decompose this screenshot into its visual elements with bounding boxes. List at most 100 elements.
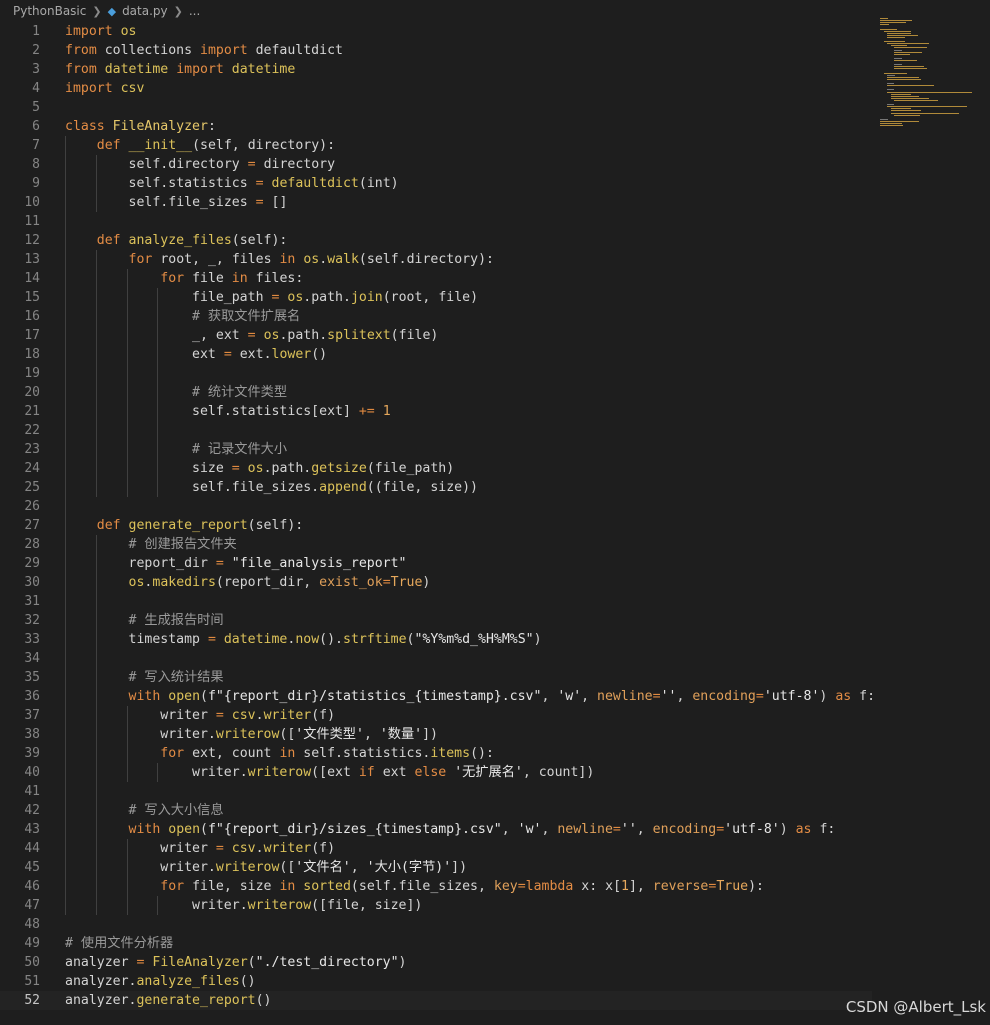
- code-text[interactable]: # 写入大小信息: [65, 801, 224, 820]
- code-text[interactable]: _, ext = os.path.splitext(file): [65, 326, 438, 345]
- code-text[interactable]: # 获取文件扩展名: [65, 307, 300, 326]
- watermark: CSDN @Albert_Lsk: [845, 998, 986, 1016]
- code-line[interactable]: 17 _, ext = os.path.splitext(file): [0, 326, 872, 345]
- code-line[interactable]: 23 # 记录文件大小: [0, 440, 872, 459]
- code-line[interactable]: 32 # 生成报告时间: [0, 611, 872, 630]
- code-text[interactable]: writer.writerow([ext if ext else '无扩展名',…: [65, 763, 594, 782]
- code-text[interactable]: def analyze_files(self):: [65, 231, 288, 250]
- code-line[interactable]: 16 # 获取文件扩展名: [0, 307, 872, 326]
- code-line[interactable]: 38 writer.writerow(['文件类型', '数量']): [0, 725, 872, 744]
- code-text[interactable]: analyzer.analyze_files(): [65, 972, 256, 991]
- code-text[interactable]: self.statistics[ext] += 1: [65, 402, 391, 421]
- code-text[interactable]: self.statistics = defaultdict(int): [65, 174, 399, 193]
- code-line[interactable]: 50 analyzer = FileAnalyzer("./test_direct…: [0, 953, 872, 972]
- code-text[interactable]: # 创建报告文件夹: [65, 535, 237, 554]
- code-text[interactable]: ext = ext.lower(): [65, 345, 327, 364]
- code-line[interactable]: 6 class FileAnalyzer:: [0, 117, 872, 136]
- code-text[interactable]: def __init__(self, directory):: [65, 136, 335, 155]
- code-line[interactable]: 19: [0, 364, 872, 383]
- code-line[interactable]: 44 writer = csv.writer(f): [0, 839, 872, 858]
- code-text[interactable]: # 使用文件分析器: [65, 934, 173, 953]
- code-line[interactable]: 27 def generate_report(self):: [0, 516, 872, 535]
- code-line[interactable]: 41: [0, 782, 872, 801]
- minimap[interactable]: [876, 18, 990, 128]
- code-text[interactable]: writer.writerow(['文件类型', '数量']): [65, 725, 438, 744]
- code-line[interactable]: 29 report_dir = "file_analysis_report": [0, 554, 872, 573]
- code-line[interactable]: 35 # 写入统计结果: [0, 668, 872, 687]
- code-line[interactable]: 36 with open(f"{report_dir}/statistics_{…: [0, 687, 876, 706]
- code-line[interactable]: 31: [0, 592, 872, 611]
- code-line[interactable]: 13 for root, _, files in os.walk(self.di…: [0, 250, 872, 269]
- code-line[interactable]: 20 # 统计文件类型: [0, 383, 872, 402]
- code-text[interactable]: for file, size in sorted(self.file_sizes…: [65, 877, 764, 896]
- code-text[interactable]: for ext, count in self.statistics.items(…: [65, 744, 494, 763]
- code-line[interactable]: 37 writer = csv.writer(f): [0, 706, 872, 725]
- code-line[interactable]: 47 writer.writerow([file, size]): [0, 896, 872, 915]
- code-text[interactable]: size = os.path.getsize(file_path): [65, 459, 454, 478]
- minimap-line: [894, 99, 938, 101]
- code-line[interactable]: 2 from collections import defaultdict: [0, 41, 872, 60]
- code-text[interactable]: self.file_sizes = []: [65, 193, 288, 212]
- code-line[interactable]: 49 # 使用文件分析器: [0, 934, 872, 953]
- code-line[interactable]: 21 self.statistics[ext] += 1: [0, 402, 872, 421]
- code-line[interactable]: 25 self.file_sizes.append((file, size)): [0, 478, 872, 497]
- code-line[interactable]: 24 size = os.path.getsize(file_path): [0, 459, 872, 478]
- code-line[interactable]: 15 file_path = os.path.join(root, file): [0, 288, 872, 307]
- code-text[interactable]: def generate_report(self):: [65, 516, 303, 535]
- code-line[interactable]: 5: [0, 98, 872, 117]
- breadcrumb-more[interactable]: ...: [189, 4, 200, 18]
- code-line[interactable]: 4 import csv: [0, 79, 872, 98]
- code-line[interactable]: 30 os.makedirs(report_dir, exist_ok=True…: [0, 573, 872, 592]
- code-line[interactable]: 12 def analyze_files(self):: [0, 231, 872, 250]
- code-line[interactable]: 43 with open(f"{report_dir}/sizes_{times…: [0, 820, 872, 839]
- code-line[interactable]: 42 # 写入大小信息: [0, 801, 872, 820]
- code-line[interactable]: 18 ext = ext.lower(): [0, 345, 872, 364]
- code-text[interactable]: os.makedirs(report_dir, exist_ok=True): [65, 573, 431, 592]
- code-text[interactable]: from collections import defaultdict: [65, 41, 343, 60]
- code-text[interactable]: analyzer.generate_report(): [65, 991, 271, 1010]
- code-text[interactable]: import os: [65, 22, 136, 41]
- code-line[interactable]: 34: [0, 649, 872, 668]
- code-line[interactable]: 11: [0, 212, 872, 231]
- code-text[interactable]: # 记录文件大小: [65, 440, 287, 459]
- code-line[interactable]: 8 self.directory = directory: [0, 155, 872, 174]
- code-text[interactable]: for file in files:: [65, 269, 303, 288]
- code-text[interactable]: # 生成报告时间: [65, 611, 224, 630]
- code-text[interactable]: writer = csv.writer(f): [65, 706, 335, 725]
- code-text[interactable]: class FileAnalyzer:: [65, 117, 216, 136]
- code-editor[interactable]: 1 import os 2 from collections import defau…: [0, 22, 876, 1025]
- code-text[interactable]: with open(f"{report_dir}/statistics_{tim…: [65, 687, 876, 706]
- code-text[interactable]: for root, _, files in os.walk(self.direc…: [65, 250, 494, 269]
- code-line[interactable]: 7 def __init__(self, directory):: [0, 136, 872, 155]
- code-text[interactable]: timestamp = datetime.now().strftime("%Y%…: [65, 630, 542, 649]
- breadcrumb-folder[interactable]: PythonBasic: [13, 4, 86, 18]
- code-text[interactable]: self.directory = directory: [65, 155, 336, 174]
- breadcrumb-file[interactable]: data.py: [122, 4, 168, 18]
- code-line[interactable]: 14 for file in files:: [0, 269, 872, 288]
- code-text[interactable]: writer.writerow(['文件名', '大小(字节)']): [65, 858, 467, 877]
- code-line[interactable]: 33 timestamp = datetime.now().strftime("…: [0, 630, 872, 649]
- code-text[interactable]: writer.writerow([file, size]): [65, 896, 422, 915]
- code-line[interactable]: 52 analyzer.generate_report(): [0, 991, 872, 1010]
- code-text[interactable]: # 写入统计结果: [65, 668, 224, 687]
- code-text[interactable]: analyzer = FileAnalyzer("./test_director…: [65, 953, 407, 972]
- code-line[interactable]: 26: [0, 497, 872, 516]
- code-text[interactable]: writer = csv.writer(f): [65, 839, 335, 858]
- code-text[interactable]: # 统计文件类型: [65, 383, 287, 402]
- code-text[interactable]: with open(f"{report_dir}/sizes_{timestam…: [65, 820, 836, 839]
- code-line[interactable]: 45 writer.writerow(['文件名', '大小(字节)']): [0, 858, 872, 877]
- code-line[interactable]: 48: [0, 915, 872, 934]
- code-line[interactable]: 51 analyzer.analyze_files(): [0, 972, 872, 991]
- code-line[interactable]: 46 for file, size in sorted(self.file_si…: [0, 877, 872, 896]
- code-text[interactable]: from datetime import datetime: [65, 60, 295, 79]
- code-line[interactable]: 39 for ext, count in self.statistics.ite…: [0, 744, 872, 763]
- code-text[interactable]: import csv: [65, 79, 144, 98]
- code-line[interactable]: 40 writer.writerow([ext if ext else '无扩展…: [0, 763, 872, 782]
- code-text[interactable]: report_dir = "file_analysis_report": [65, 554, 407, 573]
- code-line[interactable]: 28 # 创建报告文件夹: [0, 535, 872, 554]
- code-line[interactable]: 3 from datetime import datetime: [0, 60, 872, 79]
- code-line[interactable]: 10 self.file_sizes = []: [0, 193, 872, 212]
- code-line[interactable]: 22: [0, 421, 872, 440]
- code-line[interactable]: 1 import os: [0, 22, 872, 41]
- code-line[interactable]: 9 self.statistics = defaultdict(int): [0, 174, 872, 193]
